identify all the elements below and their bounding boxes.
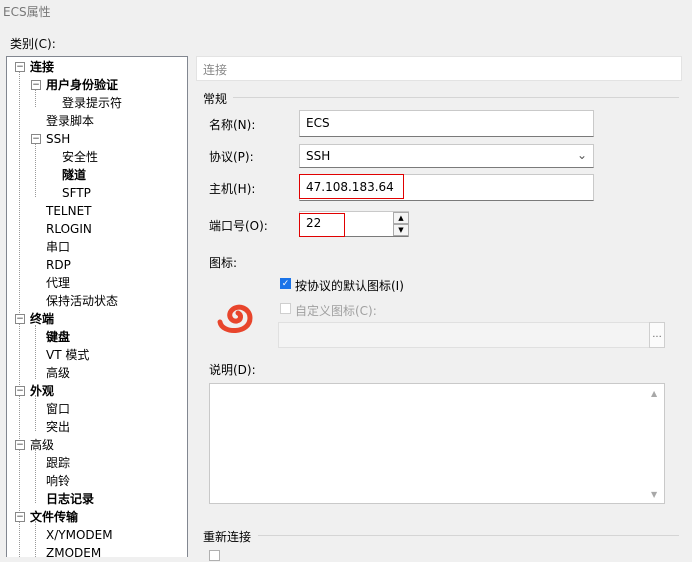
tree-item-auth[interactable]: 用户身份验证	[46, 76, 118, 94]
tree-item-terminal-advanced[interactable]: 高级	[46, 364, 70, 382]
scroll-up-icon[interactable]: ▲	[651, 389, 657, 398]
tree-item-xymodem[interactable]: X/YMODEM	[46, 526, 113, 544]
port-highlight-box	[299, 213, 345, 237]
protocol-select[interactable]: SSH ⌄	[299, 144, 594, 168]
collapse-icon[interactable]: −	[15, 512, 25, 522]
tree-line	[35, 143, 36, 197]
tree-item-zmodem[interactable]: ZMODEM	[46, 544, 101, 562]
port-increment-button[interactable]: ▲	[393, 212, 409, 224]
tree-item-terminal[interactable]: 终端	[30, 310, 54, 328]
custom-icon-label: 自定义图标(C):	[295, 304, 377, 318]
tree-item-appearance[interactable]: 外观	[30, 382, 54, 400]
protocol-value: SSH	[306, 149, 331, 163]
category-label: 类别(C):	[10, 37, 56, 51]
panel-header-text: 连接	[203, 63, 228, 77]
default-icon-checkbox[interactable]: ✓	[280, 278, 291, 289]
tree-line	[35, 89, 36, 107]
tree-line	[35, 449, 36, 503]
host-highlight-box	[299, 174, 404, 199]
tree-item-serial[interactable]: 串口	[46, 238, 70, 256]
group-divider	[258, 535, 679, 536]
tree-item-keyboard[interactable]: 键盘	[46, 328, 70, 346]
tree-item-tunnel[interactable]: 隧道	[62, 166, 86, 184]
port-decrement-button[interactable]: ▼	[393, 224, 409, 236]
port-label: 端口号(O):	[209, 219, 268, 233]
description-label: 说明(D):	[209, 363, 256, 377]
tree-item-trace[interactable]: 跟踪	[46, 454, 70, 472]
name-field[interactable]: ECS	[299, 110, 594, 137]
general-group-label: 常规	[203, 92, 228, 106]
protocol-label: 协议(P):	[209, 150, 254, 164]
tree-item-advanced[interactable]: 高级	[30, 436, 54, 454]
tree-item-login-script[interactable]: 登录脚本	[46, 112, 94, 130]
tree-line	[35, 325, 36, 379]
tree-item-file-transfer[interactable]: 文件传输	[30, 508, 78, 526]
tree-line	[35, 521, 36, 557]
category-tree[interactable]: − − − − − − − 连接 用户身份验证 登录提示符 登录脚本 SSH 安…	[6, 56, 188, 560]
xshell-swirl-icon	[216, 300, 256, 336]
browse-button[interactable]: ...	[649, 322, 665, 348]
description-textarea[interactable]	[209, 383, 665, 504]
collapse-icon[interactable]: −	[31, 134, 41, 144]
tree-item-vt-mode[interactable]: VT 模式	[46, 346, 89, 364]
tree-item-ssh[interactable]: SSH	[46, 130, 70, 148]
tree-line	[35, 395, 36, 431]
collapse-icon[interactable]: −	[15, 386, 25, 396]
tree-item-login-prompt[interactable]: 登录提示符	[62, 94, 122, 112]
tree-item-keepalive[interactable]: 保持活动状态	[46, 292, 118, 310]
tree-item-security[interactable]: 安全性	[62, 148, 98, 166]
tree-item-bell[interactable]: 响铃	[46, 472, 70, 490]
collapse-icon[interactable]: −	[15, 314, 25, 324]
tree-item-rdp[interactable]: RDP	[46, 256, 71, 274]
tree-item-connection[interactable]: 连接	[30, 58, 54, 76]
tree-item-logging[interactable]: 日志记录	[46, 490, 94, 508]
tree-item-window[interactable]: 窗口	[46, 400, 70, 418]
reconnect-group-label: 重新连接	[203, 530, 252, 544]
custom-icon-checkbox[interactable]	[280, 303, 291, 314]
window-title: ECS属性	[3, 5, 51, 19]
default-icon-label: 按协议的默认图标(I)	[295, 279, 404, 293]
icon-label: 图标:	[209, 256, 238, 270]
host-label: 主机(H):	[209, 182, 256, 196]
collapse-icon[interactable]: −	[15, 440, 25, 450]
custom-icon-path-field	[278, 322, 650, 348]
scroll-down-icon[interactable]: ▼	[651, 490, 657, 499]
tree-item-highlight[interactable]: 突出	[46, 418, 70, 436]
name-value: ECS	[306, 116, 330, 130]
group-divider	[233, 97, 679, 98]
collapse-icon[interactable]: −	[31, 80, 41, 90]
tree-item-rlogin[interactable]: RLOGIN	[46, 220, 92, 238]
chevron-down-icon: ⌄	[576, 148, 587, 162]
tree-item-telnet[interactable]: TELNET	[46, 202, 92, 220]
tree-item-proxy[interactable]: 代理	[46, 274, 70, 292]
panel-header: 连接	[196, 56, 682, 81]
tree-item-sftp[interactable]: SFTP	[62, 184, 91, 202]
collapse-icon[interactable]: −	[15, 62, 25, 72]
name-label: 名称(N):	[209, 118, 256, 132]
